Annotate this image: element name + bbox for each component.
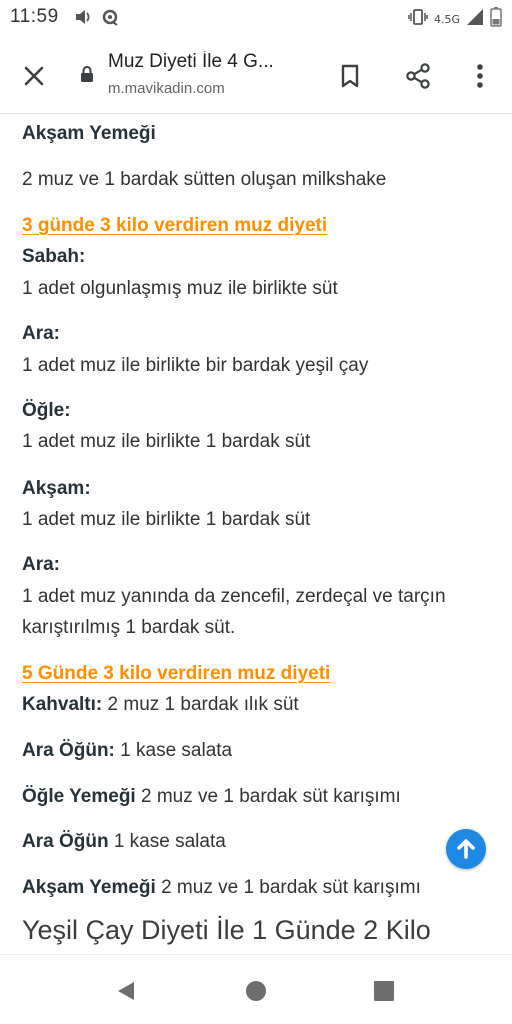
diet3-text-aksam: 1 adet muz ile birlikte 1 bardak süt (22, 509, 311, 530)
home-icon (246, 981, 266, 1001)
more-options-button[interactable] (460, 56, 500, 96)
back-icon (118, 982, 134, 1000)
diet3-text-ara-2-cont: karıştırılmış 1 bardak süt. (22, 617, 236, 638)
signal-icon (466, 8, 484, 31)
close-tab-button[interactable] (14, 56, 54, 96)
status-bar: 11:59 4.5G (0, 0, 512, 36)
recents-button[interactable] (370, 977, 398, 1005)
diet3-label-ogle: Öğle: (22, 400, 71, 421)
diet5-text: 2 muz ve 1 bardak süt karışımı (135, 786, 401, 807)
diet3-text-ara: 1 adet muz ile birlikte bir bardak yeşil… (22, 355, 369, 376)
diet5-label: Öğle Yemeği (22, 786, 136, 807)
share-icon (406, 63, 430, 89)
diet3-label-aksam: Akşam: (22, 478, 91, 499)
diet5-item-aksam: Akşam Yemeği 2 muz ve 1 bardak süt karış… (22, 877, 421, 899)
diet5-text: 1 kase salata (114, 740, 233, 761)
network-type: 4.5G (433, 13, 460, 26)
back-button[interactable] (112, 977, 140, 1005)
recents-icon (374, 981, 394, 1001)
lock-icon (80, 65, 94, 83)
share-button[interactable] (398, 56, 438, 96)
next-section-heading: Yeşil Çay Diyeti İle 1 Günde 2 Kilo (22, 915, 431, 945)
diet3-label-ara: Ara: (22, 323, 61, 344)
cast-icon (100, 8, 120, 31)
bookmark-icon (341, 64, 359, 88)
diet3-label-sabah: Sabah: (22, 246, 86, 267)
diet5-item-ogle: Öğle Yemeği 2 muz ve 1 bardak süt karışı… (22, 786, 401, 808)
diet3-text-ogle: 1 adet muz ile birlikte 1 bardak süt (22, 431, 311, 452)
vibrate-icon (408, 8, 428, 31)
diet5-text: 1 kase salata (108, 831, 226, 852)
aksam-yemegi-text: 2 muz ve 1 bardak sütten oluşan milkshak… (22, 169, 387, 190)
diet5-label: Ara Öğün (22, 831, 109, 852)
diet5-label: Kahvaltı: (22, 694, 103, 715)
battery-icon (490, 7, 502, 32)
diet3-text-sabah: 1 adet olgunlaşmış muz ile birlikte süt (22, 278, 338, 299)
article-content: Akşam Yemeği 2 muz ve 1 bardak sütten ol… (0, 114, 512, 954)
diet5-item-kahvalti: Kahvaltı: 2 muz 1 bardak ılık süt (22, 694, 299, 716)
more-vert-icon (477, 64, 483, 88)
diet3-heading-link[interactable]: 3 günde 3 kilo verdiren muz diyeti (22, 215, 327, 237)
page-title[interactable]: Muz Diyeti İle 4 G... (108, 51, 318, 73)
diet5-text: 2 muz ve 1 bardak süt karışımı (155, 877, 421, 898)
diet5-heading-link[interactable]: 5 Günde 3 kilo verdiren muz diyeti (22, 663, 330, 685)
close-icon (24, 66, 44, 86)
page-url[interactable]: m.mavikadin.com (108, 80, 225, 97)
diet5-label: Ara Öğün: (22, 740, 115, 761)
diet3-label-ara-2: Ara: (22, 554, 61, 575)
browser-toolbar: Muz Diyeti İle 4 G... m.mavikadin.com (0, 36, 512, 114)
home-button[interactable] (242, 977, 270, 1005)
diet5-item-ara-ogun-2: Ara Öğün 1 kase salata (22, 831, 226, 853)
status-time: 11:59 (10, 6, 59, 27)
bookmark-button[interactable] (330, 56, 370, 96)
diet5-label: Akşam Yemeği (22, 877, 156, 898)
system-nav-bar (0, 954, 512, 1024)
volume-icon (74, 8, 92, 31)
arrow-up-icon (457, 839, 475, 859)
diet3-text-ara-2: 1 adet muz yanında da zencefil, zerdeçal… (22, 586, 446, 607)
diet5-item-ara-ogun: Ara Öğün: 1 kase salata (22, 740, 232, 762)
scroll-to-top-button[interactable] (446, 829, 486, 869)
aksam-yemegi-label: Akşam Yemeği (22, 123, 156, 144)
diet5-text: 2 muz 1 bardak ılık süt (102, 694, 299, 715)
